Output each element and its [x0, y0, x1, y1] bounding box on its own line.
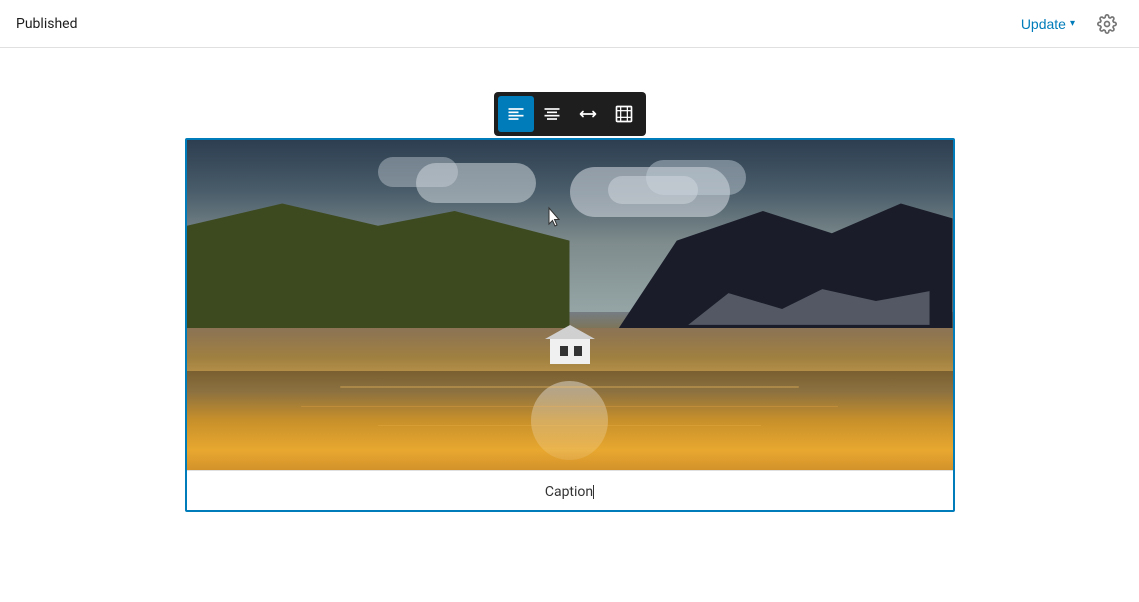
- image-block-wrapper: Caption: [185, 138, 955, 512]
- house-window-left: [560, 346, 568, 356]
- top-bar-actions: Update ▾: [1013, 8, 1123, 40]
- full-width-button[interactable]: [606, 96, 642, 132]
- caption-text[interactable]: Caption: [545, 484, 593, 500]
- water-shimmer: [340, 386, 800, 388]
- scene: [187, 140, 953, 470]
- house-window-right: [574, 346, 582, 356]
- main-content: Caption: [0, 48, 1139, 552]
- block-toolbar: [494, 92, 646, 136]
- image-block[interactable]: Caption: [185, 138, 955, 512]
- wide-width-icon: [578, 104, 598, 124]
- update-button[interactable]: Update ▾: [1013, 12, 1083, 36]
- align-left-icon: [506, 104, 526, 124]
- image-area: [187, 140, 953, 470]
- water-reflection: [531, 381, 608, 460]
- water-shimmer-2: [301, 406, 837, 407]
- update-label: Update: [1021, 16, 1066, 32]
- water: [187, 371, 953, 470]
- settings-button[interactable]: [1091, 8, 1123, 40]
- align-center-button[interactable]: [534, 96, 570, 132]
- house: [545, 326, 595, 364]
- caption-cursor: [593, 485, 594, 499]
- gear-icon: [1097, 14, 1117, 34]
- house-body: [550, 339, 590, 364]
- update-chevron-icon: ▾: [1070, 18, 1075, 29]
- full-width-icon: [614, 104, 634, 124]
- caption-container: Caption: [203, 481, 937, 500]
- house-windows: [560, 346, 582, 356]
- align-left-button[interactable]: [498, 96, 534, 132]
- caption-area[interactable]: Caption: [187, 470, 953, 510]
- published-status: Published: [16, 16, 77, 32]
- align-center-icon: [542, 104, 562, 124]
- house-roof: [545, 325, 595, 339]
- wide-width-button[interactable]: [570, 96, 606, 132]
- top-bar: Published Update ▾: [0, 0, 1139, 48]
